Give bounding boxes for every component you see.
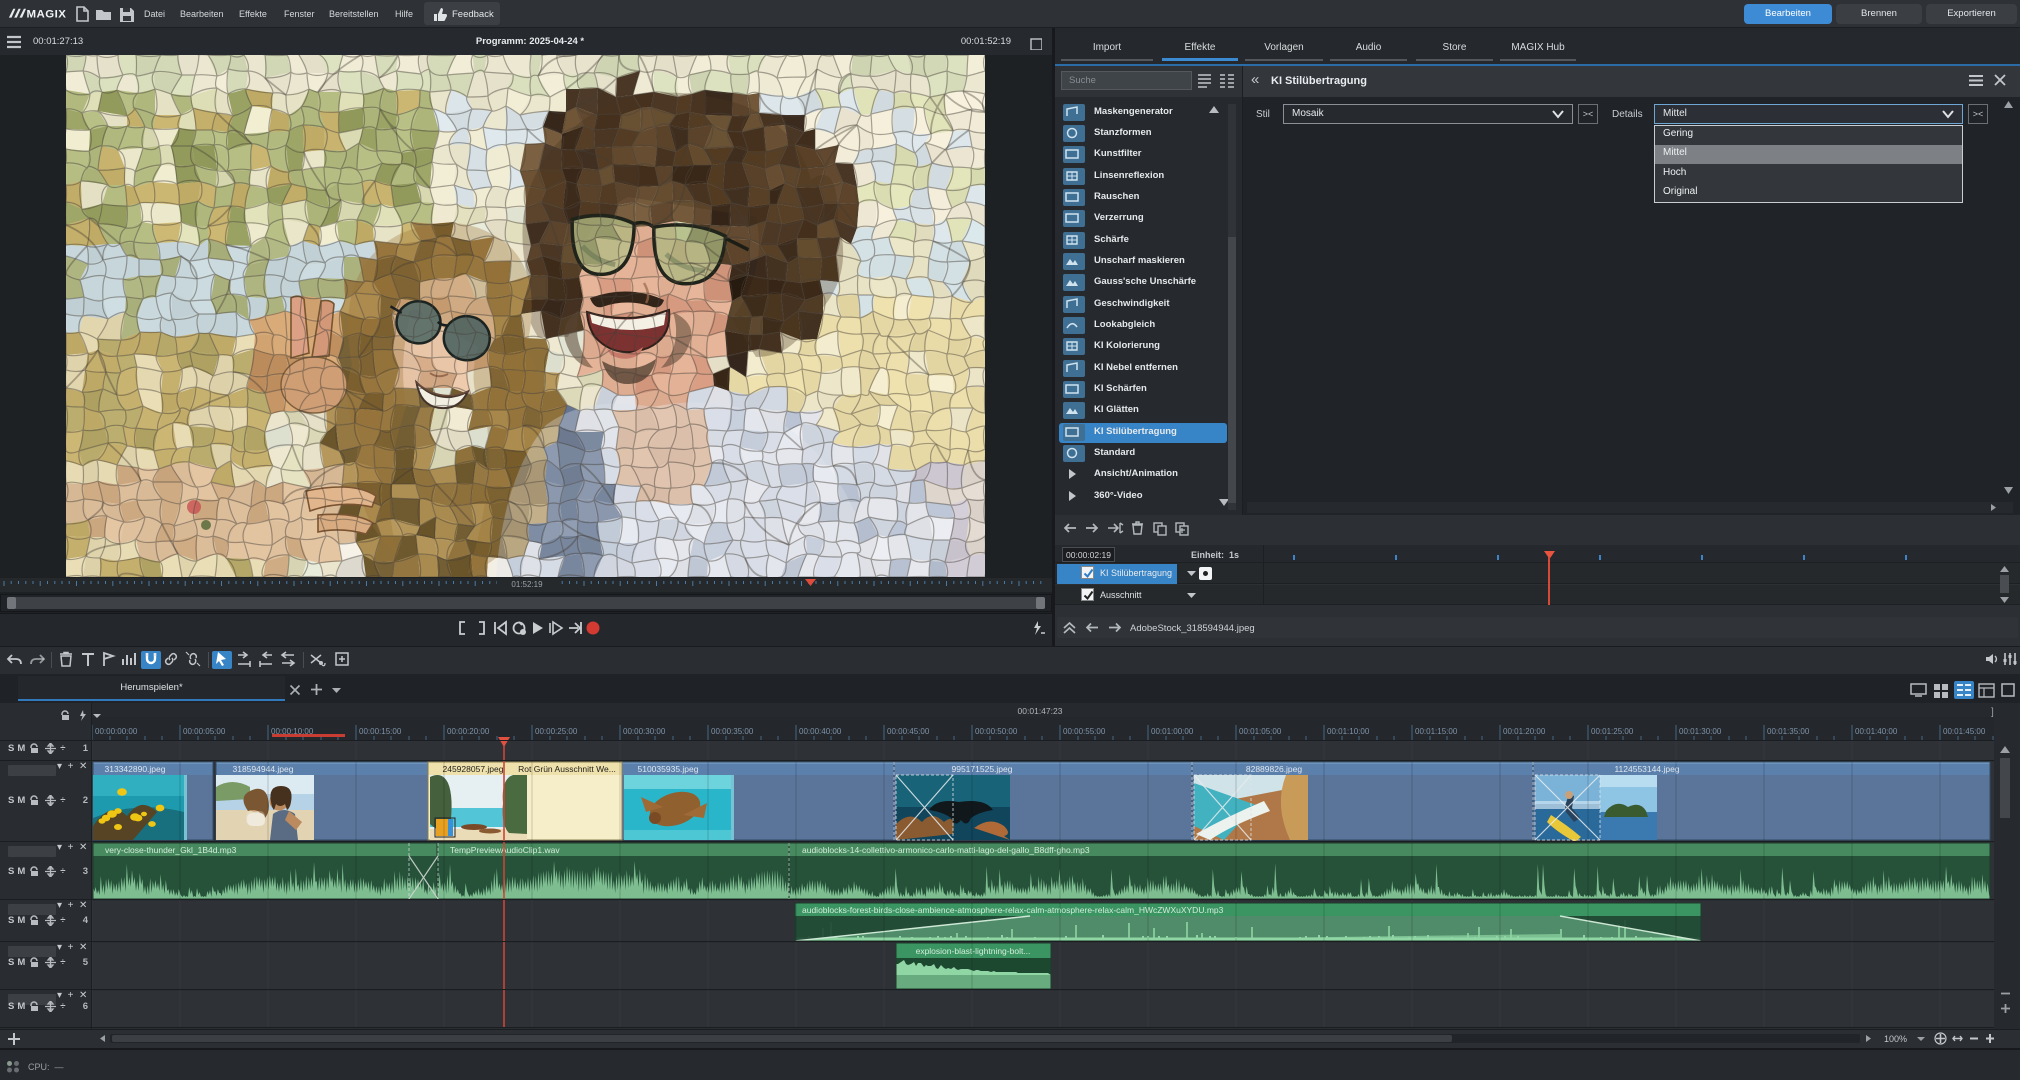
svg-text:audioblocks-14-collettivo-armo: audioblocks-14-collettivo-armonico-carlo…: [802, 845, 1090, 855]
svg-text:1124553144.jpeg: 1124553144.jpeg: [1614, 764, 1679, 774]
svg-text:explosion-blast-lightning-bolt: explosion-blast-lightning-bolt...: [916, 946, 1031, 956]
svg-text:00:00:00:00: 00:00:00:00: [95, 727, 138, 736]
svg-text:audioblocks-forest-birds-close: audioblocks-forest-birds-close-ambience-…: [802, 905, 1224, 915]
svg-text:00:01:47:23: 00:01:47:23: [1018, 706, 1063, 716]
svg-text:00:00:30:00: 00:00:30:00: [623, 727, 666, 736]
svg-text:00:00:05:00: 00:00:05:00: [183, 727, 226, 736]
svg-text:00:01:45:00: 00:01:45:00: [1943, 727, 1986, 736]
svg-text:00:01:10:00: 00:01:10:00: [1327, 727, 1370, 736]
svg-text:00:01:40:00: 00:01:40:00: [1855, 727, 1898, 736]
svg-text:00:00:45:00: 00:00:45:00: [887, 727, 930, 736]
svg-text:245928057.jpeg: 245928057.jpeg: [443, 764, 504, 774]
svg-text:00:01:15:00: 00:01:15:00: [1415, 727, 1458, 736]
svg-text:00:01:05:00: 00:01:05:00: [1239, 727, 1282, 736]
svg-text:82889826.jpeg: 82889826.jpeg: [1246, 764, 1303, 774]
svg-text:00:01:25:00: 00:01:25:00: [1591, 727, 1634, 736]
svg-text:00:00:25:00: 00:00:25:00: [535, 727, 578, 736]
svg-text:00:01:20:00: 00:01:20:00: [1503, 727, 1546, 736]
svg-text:510035935.jpeg: 510035935.jpeg: [638, 764, 699, 774]
svg-text:00:00:40:00: 00:00:40:00: [799, 727, 842, 736]
svg-text:00:01:35:00: 00:01:35:00: [1767, 727, 1810, 736]
svg-text:00:00:50:00: 00:00:50:00: [975, 727, 1018, 736]
svg-text:00:00:35:00: 00:00:35:00: [711, 727, 754, 736]
svg-text:00:01:00:00: 00:01:00:00: [1151, 727, 1194, 736]
svg-text:318594944.jpeg: 318594944.jpeg: [233, 764, 294, 774]
svg-text:very-close-thunder_Gkl_1B4d.mp: very-close-thunder_Gkl_1B4d.mp3: [105, 845, 237, 855]
svg-text:MAGIX: MAGIX: [27, 9, 67, 21]
svg-text:00:00:15:00: 00:00:15:00: [359, 727, 402, 736]
svg-text:00:00:20:00: 00:00:20:00: [447, 727, 490, 736]
svg-text:00:00:55:00: 00:00:55:00: [1063, 727, 1106, 736]
svg-text:Rot Grün Ausschnitt We...: Rot Grün Ausschnitt We...: [518, 764, 616, 774]
svg-text:313342890.jpeg: 313342890.jpeg: [105, 764, 166, 774]
svg-text:995171525.jpeg: 995171525.jpeg: [952, 764, 1013, 774]
svg-text:TempPreviewAudioClip1.wav: TempPreviewAudioClip1.wav: [450, 845, 560, 855]
svg-text:00:01:30:00: 00:01:30:00: [1679, 727, 1722, 736]
